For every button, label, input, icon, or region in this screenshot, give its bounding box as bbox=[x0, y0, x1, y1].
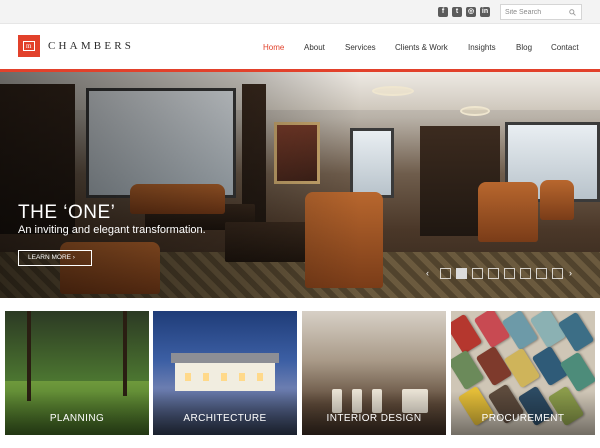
logo-text[interactable]: CHAMBERS bbox=[48, 40, 134, 52]
slider-dot-4[interactable] bbox=[488, 268, 499, 279]
search-icon[interactable] bbox=[569, 9, 576, 16]
slider-dot-6[interactable] bbox=[520, 268, 531, 279]
nav-insights[interactable]: Insights bbox=[468, 43, 496, 52]
search-input[interactable] bbox=[505, 6, 565, 18]
instagram-icon[interactable]: ◎ bbox=[466, 7, 476, 17]
tile-label-architecture: ARCHITECTURE bbox=[183, 413, 267, 424]
tile-planning[interactable]: PLANNING bbox=[5, 311, 149, 435]
nav-blog[interactable]: Blog bbox=[516, 43, 532, 52]
logo-mark-letter: m bbox=[26, 42, 32, 50]
facebook-icon[interactable]: f bbox=[438, 7, 448, 17]
site-header: m CHAMBERS Home About Services Clients &… bbox=[0, 25, 600, 69]
slider-dot-2[interactable] bbox=[456, 268, 467, 279]
tile-image-building bbox=[171, 353, 279, 391]
tile-interior-design[interactable]: INTERIOR DESIGN bbox=[302, 311, 446, 435]
hero-subtitle: An inviting and elegant transformation. bbox=[18, 224, 206, 236]
nav-contact[interactable]: Contact bbox=[551, 43, 579, 52]
nav-home[interactable]: Home bbox=[263, 43, 284, 52]
tile-label-planning: PLANNING bbox=[49, 413, 105, 424]
nav-about[interactable]: About bbox=[304, 43, 325, 52]
slider-dot-8[interactable] bbox=[552, 268, 563, 279]
linkedin-icon[interactable]: in bbox=[480, 7, 490, 17]
tile-image-window bbox=[239, 373, 245, 381]
top-utility-bar: f t ◎ in bbox=[0, 0, 600, 24]
tile-image-swatch bbox=[557, 311, 595, 353]
tile-label-interior-design: INTERIOR DESIGN bbox=[326, 413, 422, 424]
tile-image-window bbox=[185, 373, 191, 381]
tile-image-window bbox=[203, 373, 209, 381]
tile-image-tree bbox=[27, 311, 31, 401]
tile-procurement[interactable]: PROCUREMENT bbox=[451, 311, 595, 435]
tile-label-procurement: PROCUREMENT bbox=[481, 413, 565, 424]
tile-image-tree-2 bbox=[123, 311, 127, 396]
twitter-icon[interactable]: t bbox=[452, 7, 462, 17]
nav-services[interactable]: Services bbox=[345, 43, 376, 52]
slider-prev-arrow[interactable]: ‹ bbox=[426, 268, 434, 278]
nav-clients-work[interactable]: Clients & Work bbox=[395, 43, 448, 52]
slider-dot-7[interactable] bbox=[536, 268, 547, 279]
slider-dot-1[interactable] bbox=[440, 268, 451, 279]
tile-image-window bbox=[257, 373, 263, 381]
slider-next-arrow[interactable]: › bbox=[569, 268, 577, 278]
tile-architecture[interactable]: ARCHITECTURE bbox=[153, 311, 297, 435]
learn-more-button[interactable]: LEARN MORE › bbox=[18, 250, 92, 266]
hero-title: THE ‘ONE’ bbox=[18, 202, 116, 223]
tile-image-roof bbox=[171, 353, 279, 363]
site-search bbox=[500, 4, 582, 20]
tile-image-window bbox=[221, 373, 227, 381]
logo-mark[interactable]: m bbox=[18, 35, 40, 57]
slider-dot-5[interactable] bbox=[504, 268, 515, 279]
slider-dot-3[interactable] bbox=[472, 268, 483, 279]
